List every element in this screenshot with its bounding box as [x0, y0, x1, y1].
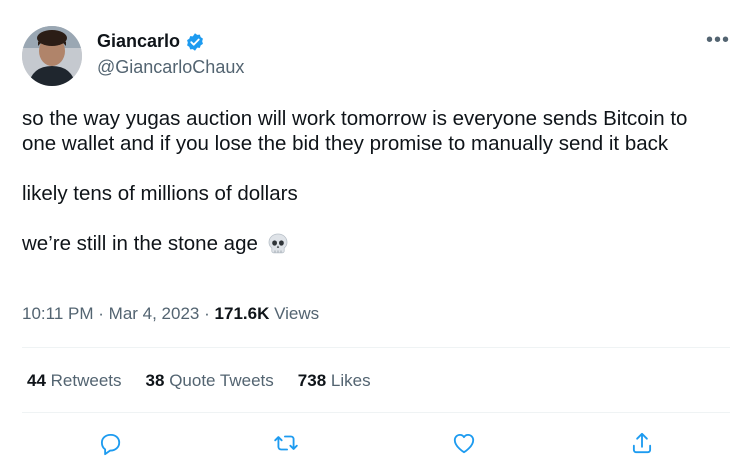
quotes-count: 38 — [145, 371, 165, 390]
tweet-meta: 10:11 PM · Mar 4, 2023 · 171.6K Views — [22, 304, 319, 324]
tweet-last-line-text: we’re still in the stone age — [22, 232, 258, 255]
tweet-paragraph: so the way yugas auction will work tomor… — [22, 107, 688, 155]
display-name[interactable]: Giancarlo — [97, 31, 205, 52]
divider — [22, 412, 730, 413]
retweets-count: 44 — [27, 371, 46, 390]
meta-separator: · — [98, 304, 104, 323]
meta-separator: · — [204, 304, 210, 323]
likes-count: 738 — [297, 371, 327, 390]
likes-stat[interactable]: 738 Likes — [298, 371, 371, 391]
like-button[interactable] — [451, 430, 477, 456]
tweet-paragraph: likely tens of millions of dollars — [22, 182, 298, 205]
quotes-label: Quote Tweets — [169, 371, 274, 390]
divider — [22, 347, 730, 348]
action-bar — [0, 426, 752, 460]
heart-icon — [453, 433, 475, 454]
reply-button[interactable] — [97, 430, 123, 456]
more-options-icon[interactable]: ••• — [706, 30, 730, 50]
tweet-card: Giancarlo @GiancarloChaux ••• so the way… — [0, 0, 752, 473]
tweet-paragraph-last: we’re still in the stone age — [22, 231, 722, 256]
skull-emoji-icon — [268, 233, 288, 253]
retweets-stat[interactable]: 44 Retweets — [27, 371, 122, 391]
views-count: 171.6K — [214, 304, 270, 323]
share-button[interactable] — [629, 430, 655, 456]
reply-icon — [100, 433, 121, 456]
verified-badge-icon — [187, 32, 203, 51]
tweet-date[interactable]: Mar 4, 2023 — [109, 304, 200, 323]
likes-label: Likes — [330, 371, 371, 390]
retweet-button[interactable] — [273, 430, 299, 456]
retweet-icon — [274, 435, 298, 451]
display-name-text[interactable]: Giancarlo — [97, 31, 180, 52]
tweet-text: so the way yugas auction will work tomor… — [22, 106, 722, 281]
handle[interactable]: @GiancarloChaux — [97, 57, 244, 78]
quote-tweets-stat[interactable]: 38 Quote Tweets — [146, 371, 274, 391]
share-icon — [632, 432, 652, 454]
tweet-time[interactable]: 10:11 PM — [22, 304, 94, 323]
views-label: Views — [274, 304, 320, 323]
avatar[interactable] — [22, 26, 82, 86]
retweets-label: Retweets — [50, 371, 122, 390]
engagement-stats: 44 Retweets 38 Quote Tweets 738 Likes — [27, 371, 371, 391]
